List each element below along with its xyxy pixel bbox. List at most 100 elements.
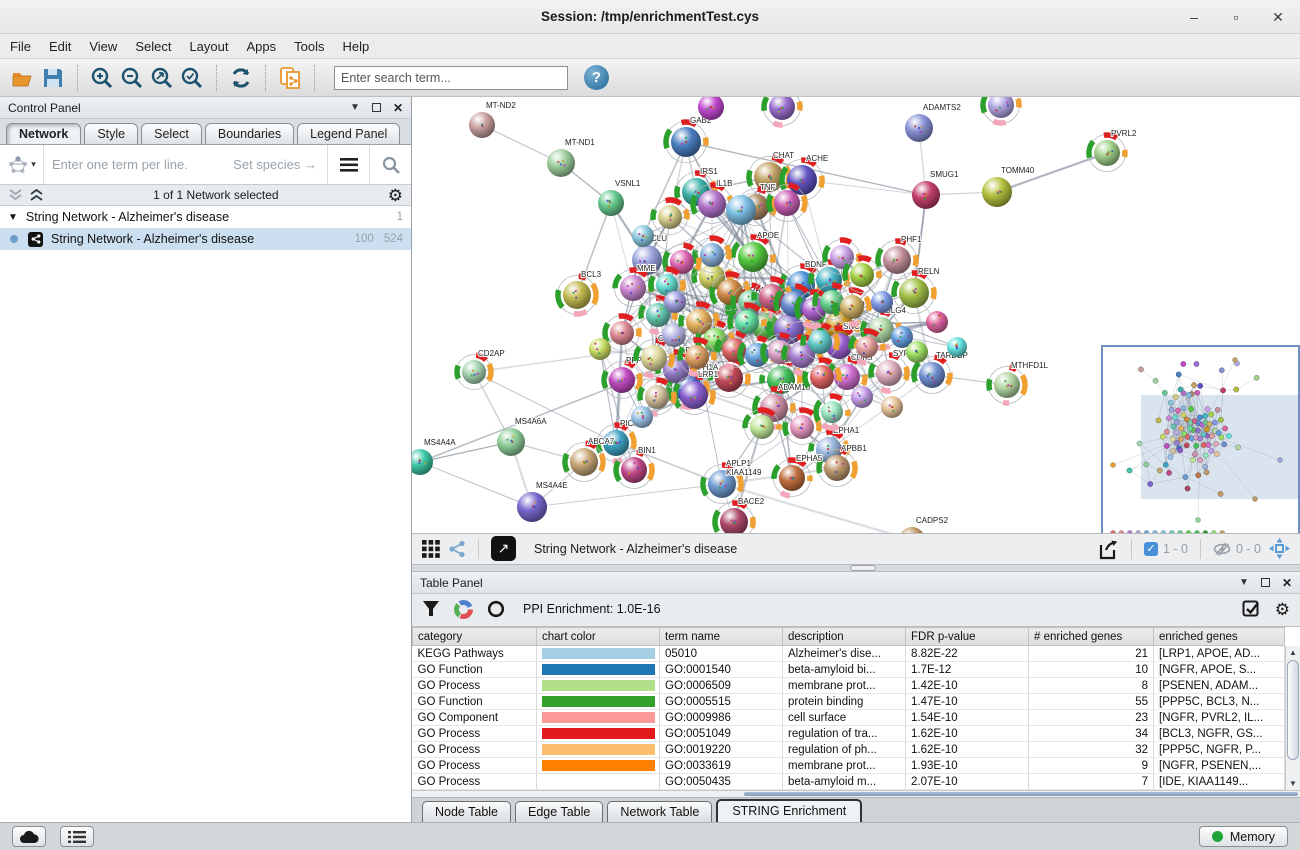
zoom-in-button[interactable] [87,63,117,93]
pan-compass-icon[interactable] [1269,538,1290,559]
horizontal-scrollbar[interactable] [412,790,1300,797]
share-network-icon[interactable] [448,540,466,558]
help-icon[interactable]: ? [584,65,609,90]
minimize-button[interactable]: – [1186,9,1202,25]
menu-item-file[interactable]: File [10,39,31,54]
string-protein-query-dropdown[interactable]: ▾ [0,145,44,184]
table-row[interactable]: GO ProcessGO:0051049regulation of tra...… [413,726,1285,742]
menu-item-layout[interactable]: Layout [189,39,228,54]
network-node[interactable] [764,97,801,126]
column-header-category[interactable]: category [413,628,537,646]
memory-button[interactable]: Memory [1199,826,1288,847]
network-node[interactable] [983,97,1020,124]
panel-float-icon[interactable] [372,103,381,112]
network-node-bcl3[interactable]: BCL3 [558,270,602,315]
export-network-icon[interactable] [1097,538,1119,560]
tab-node-table[interactable]: Node Table [422,801,511,822]
scrollbar-thumb[interactable] [1287,660,1299,760]
tab-legend-panel[interactable]: Legend Panel [297,123,400,144]
network-node[interactable] [871,291,893,313]
network-node[interactable] [632,225,654,247]
column-header-enriched-genes[interactable]: enriched genes [1154,628,1285,646]
panel-menu-caret-icon[interactable]: ▼ [350,102,360,113]
network-node-vsnl1[interactable]: VSNL1 [598,179,641,216]
network-collection-row[interactable]: ▼ String Network - Alzheimer's disease 1 [0,206,411,228]
horizontal-splitter[interactable] [412,564,1300,572]
scroll-down-icon[interactable]: ▼ [1289,779,1297,788]
network-node[interactable] [926,311,948,333]
column-header-term-name[interactable]: term name [660,628,783,646]
refresh-button[interactable] [226,63,256,93]
network-view[interactable]: MT-ND2MT-ND1VSNL1GAB2IRS1CHATACHETNFIL1B… [412,97,1300,533]
enrichment-chart-icon[interactable] [454,600,473,619]
open-file-button[interactable] [8,63,38,93]
table-row[interactable]: GO FunctionGO:0005515protein binding1.47… [413,694,1285,710]
network-node-gab2[interactable]: GAB2 [666,116,712,163]
network-node[interactable] [769,185,806,222]
network-node[interactable] [851,386,873,408]
network-node[interactable] [653,200,688,235]
network-node-tomm40[interactable]: TOMM40 [982,166,1035,207]
menu-item-view[interactable]: View [89,39,117,54]
network-node-bace2[interactable]: BACE2 [715,497,765,533]
tab-select[interactable]: Select [141,123,202,144]
network-node-cadps2[interactable]: CADPS2 [899,516,949,533]
menu-item-help[interactable]: Help [343,39,370,54]
tab-network[interactable]: Network [6,123,81,144]
settings-gear-icon[interactable]: ⚙ [1275,601,1290,618]
column-header-description[interactable]: description [783,628,906,646]
menu-item-edit[interactable]: Edit [49,39,71,54]
tree-expand-icon[interactable]: ▼ [8,212,18,223]
search-input[interactable] [334,66,568,90]
network-node[interactable] [726,195,756,225]
tab-network-table[interactable]: Network Table [607,801,712,822]
collapse-all-icon[interactable] [8,188,23,202]
network-node-mt-nd2[interactable]: MT-ND2 [469,101,516,138]
table-row[interactable]: GO ProcessGO:0033619membrane prot...1.93… [413,758,1285,774]
string-search-button[interactable] [369,145,411,184]
hscrollbar-thumb[interactable] [744,792,1298,796]
vertical-scrollbar[interactable]: ▲ ▼ [1285,646,1300,790]
network-node-mt-nd1[interactable]: MT-ND1 [547,138,595,177]
network-node[interactable] [631,406,653,428]
gear-icon[interactable]: ⚙ [388,187,403,204]
panel-float-icon[interactable] [1261,578,1270,587]
save-session-button[interactable] [38,63,68,93]
table-row[interactable]: GO ProcessGO:0019220regulation of ph...1… [413,742,1285,758]
birds-eye-view[interactable] [1101,345,1300,533]
network-node[interactable] [589,338,611,360]
string-options-button[interactable] [327,145,369,184]
tab-boundaries[interactable]: Boundaries [205,123,294,144]
network-node[interactable] [662,323,686,347]
zoom-selected-button[interactable] [177,63,207,93]
zoom-out-button[interactable] [117,63,147,93]
select-terms-icon[interactable] [1242,600,1261,619]
string-term-input[interactable] [44,145,327,184]
tab-string-enrichment[interactable]: STRING Enrichment [716,799,862,822]
tab-style[interactable]: Style [84,123,138,144]
menu-item-select[interactable]: Select [135,39,171,54]
column-header-FDR-p-value[interactable]: FDR p-value [906,628,1029,646]
network-node[interactable] [881,396,903,418]
network-node-smug1[interactable]: SMUG1 [912,170,959,209]
close-button[interactable]: ✕ [1270,9,1286,26]
maximize-button[interactable]: ▫ [1228,9,1244,25]
table-row[interactable]: KEGG Pathways05010Alzheimer's dise...8.8… [413,646,1285,662]
network-node-epha5[interactable]: EPHA5 [774,454,823,497]
panel-menu-caret-icon[interactable]: ▼ [1239,577,1249,588]
birdseye-toggle-icon[interactable] [422,540,440,558]
network-node[interactable] [845,258,880,293]
zoom-fit-button[interactable] [147,63,177,93]
network-row[interactable]: String Network - Alzheimer's disease 100… [0,228,411,250]
menu-item-apps[interactable]: Apps [247,39,277,54]
network-node-syp[interactable]: SYP [871,349,910,392]
network-node[interactable] [906,341,928,363]
table-row[interactable]: GO FunctionGO:0001540beta-amyloid bi...1… [413,662,1285,678]
network-node[interactable] [947,337,967,357]
panel-close-icon[interactable]: ✕ [1282,576,1292,590]
filter-icon[interactable] [422,600,440,618]
expand-all-icon[interactable] [29,188,44,202]
table-row[interactable]: GO ProcessGO:0050435beta-amyloid m...2.0… [413,774,1285,790]
cloud-tasks-button[interactable] [12,826,46,847]
column-header-chart-color[interactable]: chart color [537,628,660,646]
